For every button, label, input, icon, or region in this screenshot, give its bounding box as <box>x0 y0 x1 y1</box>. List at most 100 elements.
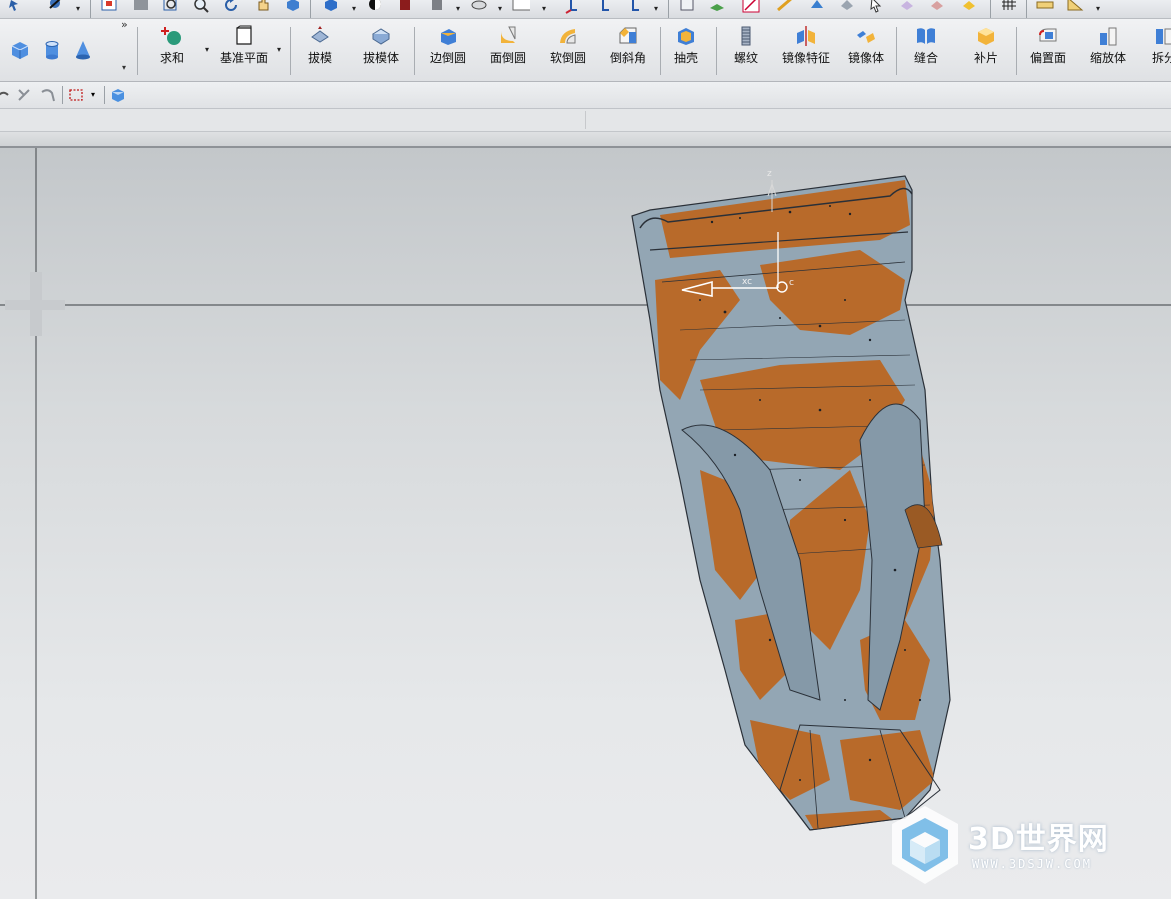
information-icon[interactable] <box>678 0 696 14</box>
scale-body-label: 缩放体 <box>1089 51 1126 65</box>
toolbar-separator <box>310 0 311 18</box>
snap-point-icon[interactable] <box>46 0 64 14</box>
perspective-icon[interactable] <box>284 0 302 14</box>
cylinder-icon[interactable] <box>41 39 63 61</box>
watermark-title: 3D世界网 <box>968 822 1109 857</box>
patch-button[interactable]: 补片 <box>968 19 1004 81</box>
select-filter-icon[interactable] <box>8 0 26 14</box>
sew-icon <box>917 28 935 44</box>
wcs-rotate-icon[interactable] <box>624 0 642 14</box>
unite-dropdown-icon[interactable]: ▾ <box>205 45 209 54</box>
color-dropdown-icon[interactable]: ▾ <box>542 4 546 13</box>
toolbar-separator <box>668 0 669 18</box>
selection-toolbar: ▾ <box>0 82 1171 109</box>
datum-plane-icon <box>236 25 252 45</box>
toolbar-separator <box>90 0 91 18</box>
unite-button[interactable]: 求和 <box>156 19 188 81</box>
wcs-origin-label: c <box>789 278 794 288</box>
draft-body-button[interactable]: 拔模体 <box>358 19 404 81</box>
datum-plane-dropdown-icon[interactable]: ▾ <box>277 45 281 54</box>
analysis-icon[interactable] <box>708 0 726 14</box>
edge-blend-icon <box>441 29 456 45</box>
toolbar-separator <box>290 27 291 75</box>
section-view-icon[interactable] <box>396 0 414 14</box>
toolbar-more-icon[interactable]: » <box>121 19 128 31</box>
shell-icon <box>678 28 694 45</box>
graphics-viewport[interactable]: z xc c 3D世界网 WWW.3DSJW.COM <box>0 148 1171 899</box>
face-blend-button[interactable]: 面倒圆 <box>486 19 530 81</box>
draft-button[interactable]: 拔模 <box>302 19 338 81</box>
edit-display-icon[interactable] <box>928 0 946 14</box>
chamfer-button[interactable]: 倒斜角 <box>606 19 650 81</box>
snap-intersection-icon[interactable] <box>16 87 32 103</box>
color-palette-icon[interactable] <box>960 0 978 14</box>
wcs-dynamic-icon[interactable] <box>594 0 612 14</box>
split-body-label: 拆分 <box>1151 51 1171 65</box>
deviation-icon[interactable] <box>838 0 856 14</box>
rotate-icon[interactable] <box>222 0 240 14</box>
grid-icon[interactable] <box>1000 0 1018 14</box>
toolbar-options-dropdown-icon[interactable]: ▾ <box>122 63 126 72</box>
measure-icon[interactable] <box>742 0 760 14</box>
thread-icon <box>741 26 751 46</box>
model-canvas[interactable]: z xc c <box>0 148 1171 899</box>
color-swatch-icon[interactable] <box>512 0 530 14</box>
split-body-button[interactable]: 拆分 <box>1144 19 1171 81</box>
offset-face-button[interactable]: 偏置面 <box>1026 19 1070 81</box>
toolbar-separator <box>62 86 63 104</box>
toolbar-separator <box>414 27 415 75</box>
scale-body-button[interactable]: 缩放体 <box>1086 19 1130 81</box>
sew-button[interactable]: 缝合 <box>908 19 944 81</box>
cone-icon[interactable] <box>72 39 94 61</box>
measure-dropdown-icon[interactable]: ▾ <box>1096 4 1100 13</box>
ruler-icon[interactable] <box>1036 0 1054 14</box>
standard-toolbar: ▾ ▾ ▾ ▾ ▾ ▾ ▾ <box>0 0 1171 19</box>
offset-face-icon <box>1039 28 1057 42</box>
mirror-body-button[interactable]: 镜像体 <box>846 19 886 81</box>
mirror-feature-button[interactable]: 镜像特征 <box>780 19 832 81</box>
block-icon[interactable] <box>9 39 31 61</box>
zoom-icon[interactable] <box>192 0 210 14</box>
snap-tangent-icon[interactable] <box>40 87 56 103</box>
wcs-origin-icon[interactable] <box>562 0 580 14</box>
face-blend-icon <box>501 26 516 43</box>
fit-view-icon[interactable] <box>100 0 118 14</box>
thread-button[interactable]: 螺纹 <box>728 19 764 81</box>
curve-rule-icon[interactable] <box>0 87 10 103</box>
shaded-dropdown-icon[interactable]: ▾ <box>352 4 356 13</box>
shell-button[interactable]: 抽壳 <box>668 19 704 81</box>
wcs-x-label: xc <box>742 277 752 287</box>
box-select-dropdown-icon[interactable]: ▾ <box>91 90 95 99</box>
soft-blend-button[interactable]: 软倒圆 <box>546 19 590 81</box>
soft-blend-label: 软倒圆 <box>549 51 586 65</box>
select-body-icon[interactable] <box>110 87 126 103</box>
layer-icon[interactable] <box>428 0 446 14</box>
mirror-feature-label: 镜像特征 <box>781 51 830 65</box>
select-arrow-icon[interactable] <box>868 0 886 14</box>
hide-icon[interactable] <box>470 0 488 14</box>
soft-blend-icon <box>560 29 576 44</box>
datum-plane-button[interactable]: 基准平面 <box>218 19 270 81</box>
angle-measure-icon[interactable] <box>1066 0 1084 14</box>
zoom-window-icon[interactable] <box>162 0 180 14</box>
wcs-z-label: z <box>767 169 772 179</box>
curve-analysis-icon[interactable] <box>776 0 794 14</box>
object-display-icon[interactable] <box>898 0 916 14</box>
draft-body-icon <box>372 28 390 45</box>
hide-dropdown-icon[interactable]: ▾ <box>498 4 502 13</box>
scanned-part-model[interactable] <box>631 175 951 832</box>
patch-label: 补片 <box>973 51 998 65</box>
box-select-icon[interactable] <box>68 87 84 103</box>
surface-analysis-icon[interactable] <box>808 0 826 14</box>
zoom-box-icon[interactable] <box>132 0 150 14</box>
pan-icon[interactable] <box>254 0 272 14</box>
unite-label: 求和 <box>159 51 184 65</box>
watermark-url: WWW.3DSJW.COM <box>972 857 1092 871</box>
layer-dropdown-icon[interactable]: ▾ <box>456 4 460 13</box>
snap-dropdown-icon[interactable]: ▾ <box>76 4 80 13</box>
status-bar <box>0 109 1171 132</box>
edge-blend-button[interactable]: 边倒圆 <box>426 19 470 81</box>
background-icon[interactable] <box>366 0 384 14</box>
shaded-view-icon[interactable] <box>322 0 340 14</box>
wcs-dropdown-icon[interactable]: ▾ <box>654 4 658 13</box>
